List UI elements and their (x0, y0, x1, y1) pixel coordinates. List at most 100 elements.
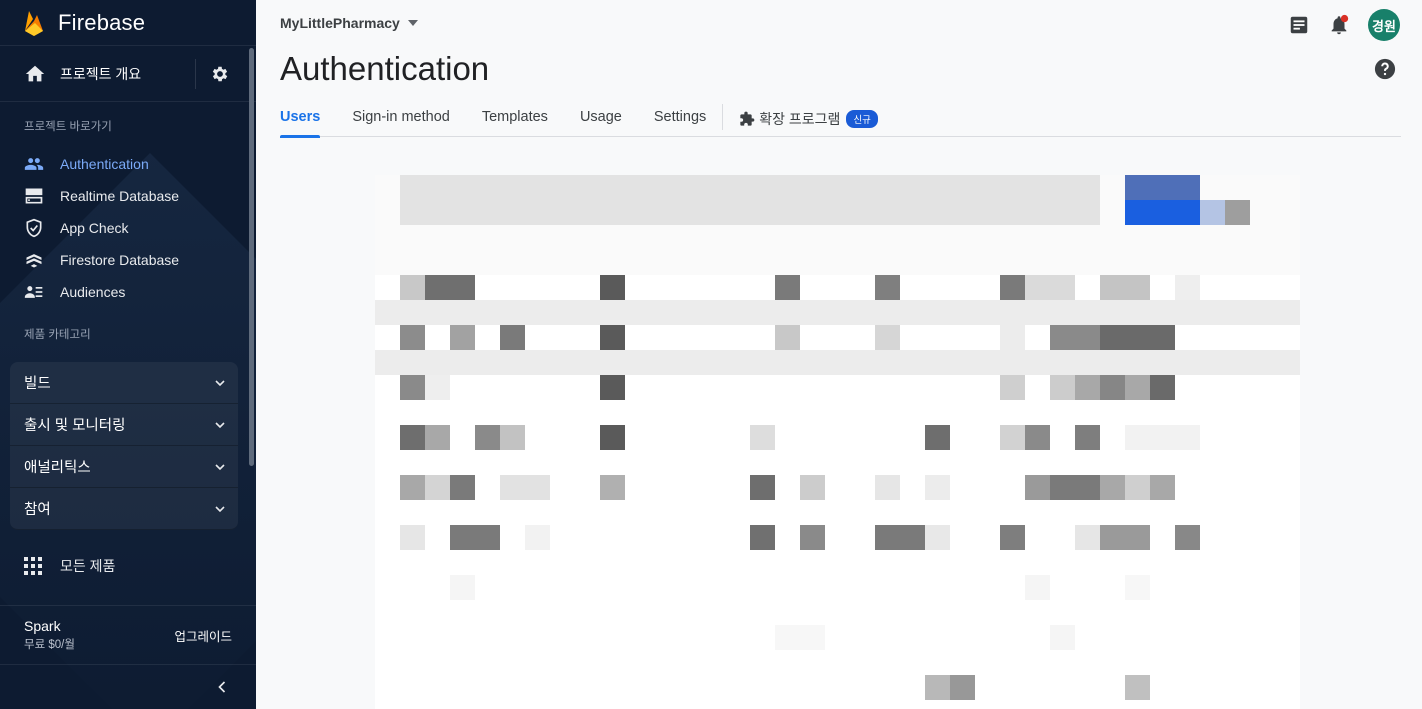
collapse-sidebar-icon[interactable] (212, 677, 232, 697)
pixel-block (875, 275, 900, 300)
pixel-block (450, 325, 475, 350)
pixel-block (400, 525, 425, 550)
category-label: 애널리틱스 (24, 460, 91, 476)
pixel-block (1000, 375, 1025, 400)
sidebar-item-label: App Check (60, 220, 129, 236)
notifications-bell-icon[interactable] (1328, 14, 1350, 36)
brand-name: Firebase (58, 9, 146, 35)
home-icon (25, 65, 45, 81)
category-label: 출시 및 모니터링 (24, 418, 126, 434)
category-release-monitoring[interactable]: 출시 및 모니터링 (10, 404, 238, 446)
pixel-block (600, 325, 625, 350)
help-icon[interactable] (1374, 58, 1396, 80)
pixel-block (1100, 275, 1150, 300)
page-title: Authentication (280, 50, 490, 87)
pixel-block (800, 475, 825, 500)
sidebar-item-label: Firestore Database (60, 252, 180, 268)
pixel-block (600, 375, 625, 400)
audiences-icon (24, 286, 43, 298)
pixel-block (525, 525, 550, 550)
sidebar-item-app-check[interactable]: App Check (0, 212, 256, 244)
divider (195, 58, 196, 89)
pixel-block (400, 175, 1100, 225)
category-engage[interactable]: 참여 (10, 488, 238, 530)
pixel-block (1025, 275, 1075, 300)
pixel-block (1225, 200, 1250, 225)
pixel-block (925, 675, 950, 700)
sidebar-item-label: Realtime Database (60, 188, 180, 204)
chevron-down-icon (215, 421, 225, 428)
pixel-block (500, 325, 525, 350)
sidebar-item-authentication[interactable]: Authentication (0, 148, 256, 180)
release-notes-icon[interactable] (1288, 14, 1310, 36)
tab-extensions[interactable]: 확장 프로그램 신규 (739, 104, 878, 129)
category-label: 빌드 (24, 376, 51, 392)
pixel-block (425, 425, 450, 450)
pixel-block (750, 525, 775, 550)
tabs-divider (722, 104, 724, 130)
pixel-block (400, 425, 425, 450)
pixel-block (1100, 475, 1125, 500)
pixel-block (750, 475, 775, 500)
pixel-block (1125, 375, 1150, 400)
category-label: 참여 (24, 502, 51, 518)
pixel-block (1050, 475, 1100, 500)
pixel-block (925, 525, 950, 550)
sidebar-item-firestore-database[interactable]: Firestore Database (0, 244, 256, 276)
pixel-block (1125, 475, 1150, 500)
tab-usage[interactable]: Usage (580, 104, 622, 137)
pixel-block (1150, 375, 1175, 400)
tab-templates[interactable]: Templates (482, 104, 548, 137)
new-badge: 신규 (846, 110, 878, 128)
shield-check-icon (26, 218, 42, 238)
pixel-block (400, 275, 425, 300)
sidebar-item-audiences[interactable]: Audiences (0, 276, 256, 308)
gear-icon[interactable] (210, 64, 230, 84)
pixel-block (1025, 475, 1050, 500)
pixel-block (1125, 575, 1150, 600)
plan-price: 무료 $0/월 (24, 639, 75, 651)
tab-users[interactable]: Users (280, 104, 321, 138)
pixel-block (400, 375, 425, 400)
project-overview[interactable]: 프로젝트 개요 (0, 46, 256, 102)
top-bar: MyLittlePharmacy 경원 (256, 0, 1422, 46)
pixel-block (950, 675, 975, 700)
pixel-block (750, 425, 775, 450)
obscured-users-table (301, 175, 1351, 709)
pixel-block (1125, 175, 1200, 200)
project-selector[interactable]: MyLittlePharmacy (280, 15, 400, 31)
firebase-logo-icon (25, 10, 43, 36)
pixel-block (400, 475, 425, 500)
sidebar: Firebase 프로젝트 개요 프로젝트 바로가기 Authenticatio… (0, 0, 256, 709)
caret-down-icon[interactable] (407, 20, 418, 26)
tab-settings[interactable]: Settings (654, 104, 706, 137)
sidebar-item-realtime-database[interactable]: Realtime Database (0, 180, 256, 212)
pixel-block (875, 475, 900, 500)
pixel-block (1000, 425, 1025, 450)
upgrade-button[interactable]: 업그레이드 (174, 626, 232, 645)
pixel-block (1175, 525, 1200, 550)
category-analytics[interactable]: 애널리틱스 (10, 446, 238, 488)
pixel-block (425, 275, 475, 300)
top-actions: 경원 (1270, 9, 1400, 41)
category-build[interactable]: 빌드 (10, 362, 238, 404)
pixel-block (1125, 425, 1200, 450)
pixel-block (375, 350, 1300, 375)
sidebar-scrollbar[interactable] (249, 48, 254, 466)
chevron-down-icon (215, 379, 225, 386)
all-products[interactable]: 모든 제품 (0, 546, 256, 586)
brand[interactable]: Firebase (0, 0, 256, 46)
pixel-block (1125, 200, 1200, 225)
extensions-label: 확장 프로그램 (759, 111, 841, 127)
pixel-block (450, 575, 475, 600)
auth-tabs: Users Sign-in method Templates Usage Set… (280, 104, 1401, 138)
pixel-block (600, 475, 625, 500)
shortcuts-title: 프로젝트 바로가기 (24, 121, 112, 133)
pixel-block (475, 425, 500, 450)
tab-sign-in-method[interactable]: Sign-in method (352, 104, 450, 137)
pixel-block (1050, 375, 1075, 400)
chevron-down-icon (215, 505, 225, 512)
avatar[interactable]: 경원 (1368, 9, 1400, 41)
pixel-block (1000, 525, 1025, 550)
pixel-block (1075, 425, 1100, 450)
